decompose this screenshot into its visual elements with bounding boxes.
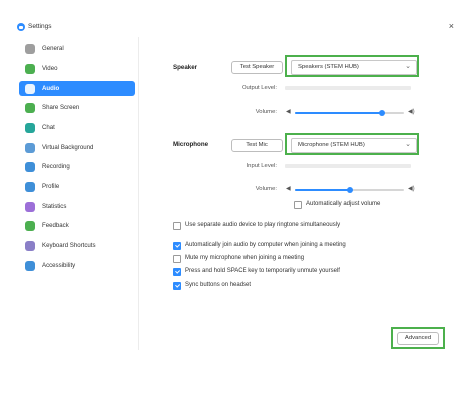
speaker-label: Speaker (173, 64, 198, 71)
sidebar-item-label: Profile (42, 183, 60, 190)
volume-high-icon: ◀) (408, 109, 415, 115)
virtual-background-icon (25, 142, 35, 153)
sidebar-item-label: Feedback (42, 222, 69, 229)
test-mic-button[interactable]: Test Mic (231, 139, 283, 152)
profile-icon (25, 181, 35, 192)
space-to-unmute-label: Press and hold SPACE key to temporarily … (185, 268, 340, 274)
space-to-unmute-checkbox[interactable] (173, 268, 181, 276)
sidebar-item-label: Video (42, 65, 58, 72)
microphone-label: Microphone (173, 141, 209, 148)
zoom-app-icon (17, 23, 25, 31)
input-level-meter (285, 164, 411, 168)
mic-volume-high-icon: ◀) (408, 186, 415, 192)
microphone-volume-thumb[interactable] (346, 187, 353, 193)
test-speaker-button[interactable]: Test Speaker (231, 61, 283, 74)
sidebar-item-profile[interactable]: Profile (19, 179, 135, 194)
sidebar-item-audio[interactable]: Audio (19, 81, 135, 96)
output-level-meter (285, 86, 411, 90)
sidebar-item-keyboard-shortcuts[interactable]: Keyboard Shortcuts (19, 238, 135, 253)
sidebar-item-label: Recording (42, 163, 70, 170)
gear-icon (25, 43, 35, 54)
auto-adjust-volume-checkbox[interactable] (294, 201, 302, 209)
chat-icon (25, 122, 35, 133)
settings-window: Settings × General Video Audio Share Scr… (14, 19, 460, 350)
separate-ringtone-device-checkbox[interactable] (173, 222, 181, 230)
sidebar-item-feedback[interactable]: Feedback (19, 218, 135, 233)
sidebar-item-general[interactable]: General (19, 41, 135, 56)
sidebar-item-video[interactable]: Video (19, 61, 135, 76)
sidebar-item-label: Share Screen (42, 104, 80, 111)
speaker-volume-fill (295, 112, 383, 114)
speaker-select-highlight (285, 55, 419, 77)
auto-adjust-volume-label: Automatically adjust volume (306, 201, 381, 207)
microphone-volume-fill (295, 189, 350, 191)
input-level-label: Input Level: (246, 163, 277, 169)
auto-join-audio-checkbox[interactable] (173, 242, 181, 250)
mute-on-join-label: Mute my microphone when joining a meetin… (185, 255, 305, 261)
auto-join-audio-label: Automatically join audio by computer whe… (185, 242, 346, 248)
output-level-label: Output Level: (241, 85, 277, 91)
sidebar-item-accessibility[interactable]: Accessibility (19, 258, 135, 273)
headphones-icon (25, 83, 35, 94)
mute-on-join-checkbox[interactable] (173, 255, 181, 263)
close-icon[interactable]: × (449, 21, 454, 31)
volume-low-icon: ◀ (286, 109, 291, 115)
sidebar-item-virtual-background[interactable]: Virtual Background (19, 140, 135, 155)
share-screen-icon (25, 102, 35, 113)
microphone-volume-label: Volume: (255, 186, 277, 192)
sidebar-item-label: Chat (42, 124, 55, 131)
sidebar-item-chat[interactable]: Chat (19, 120, 135, 135)
sidebar-item-label: Virtual Background (42, 144, 94, 151)
microphone-volume-slider[interactable] (295, 187, 404, 193)
feedback-icon (25, 220, 35, 231)
sync-headset-buttons-label: Sync buttons on headset (185, 282, 252, 288)
sidebar-item-label: General (42, 45, 64, 52)
sidebar-item-statistics[interactable]: Statistics (19, 199, 135, 214)
window-title: Settings (28, 23, 52, 30)
sidebar-item-label: Statistics (42, 203, 67, 210)
sync-headset-buttons-checkbox[interactable] (173, 282, 181, 290)
speaker-volume-label: Volume: (255, 109, 277, 115)
sidebar-item-share-screen[interactable]: Share Screen (19, 100, 135, 115)
sidebar-item-recording[interactable]: Recording (19, 159, 135, 174)
sidebar-item-label: Audio (42, 85, 60, 92)
video-icon (25, 63, 35, 74)
statistics-icon (25, 201, 35, 212)
sidebar-item-label: Keyboard Shortcuts (42, 242, 96, 249)
advanced-button-highlight (391, 327, 445, 349)
title-bar: Settings × (14, 19, 460, 35)
speaker-volume-slider[interactable] (295, 110, 404, 116)
audio-settings-panel: Speaker Test Speaker Speakers (STEM HUB)… (139, 37, 460, 350)
microphone-select-highlight (285, 133, 419, 155)
speaker-volume-thumb[interactable] (379, 110, 386, 116)
recording-icon (25, 161, 35, 172)
keyboard-icon (25, 240, 35, 251)
settings-sidebar: General Video Audio Share Screen Chat Vi… (14, 37, 139, 350)
accessibility-icon (25, 260, 35, 271)
sidebar-item-label: Accessibility (42, 262, 76, 269)
mic-volume-low-icon: ◀ (286, 186, 291, 192)
separate-ringtone-device-label: Use separate audio device to play ringto… (185, 222, 341, 228)
